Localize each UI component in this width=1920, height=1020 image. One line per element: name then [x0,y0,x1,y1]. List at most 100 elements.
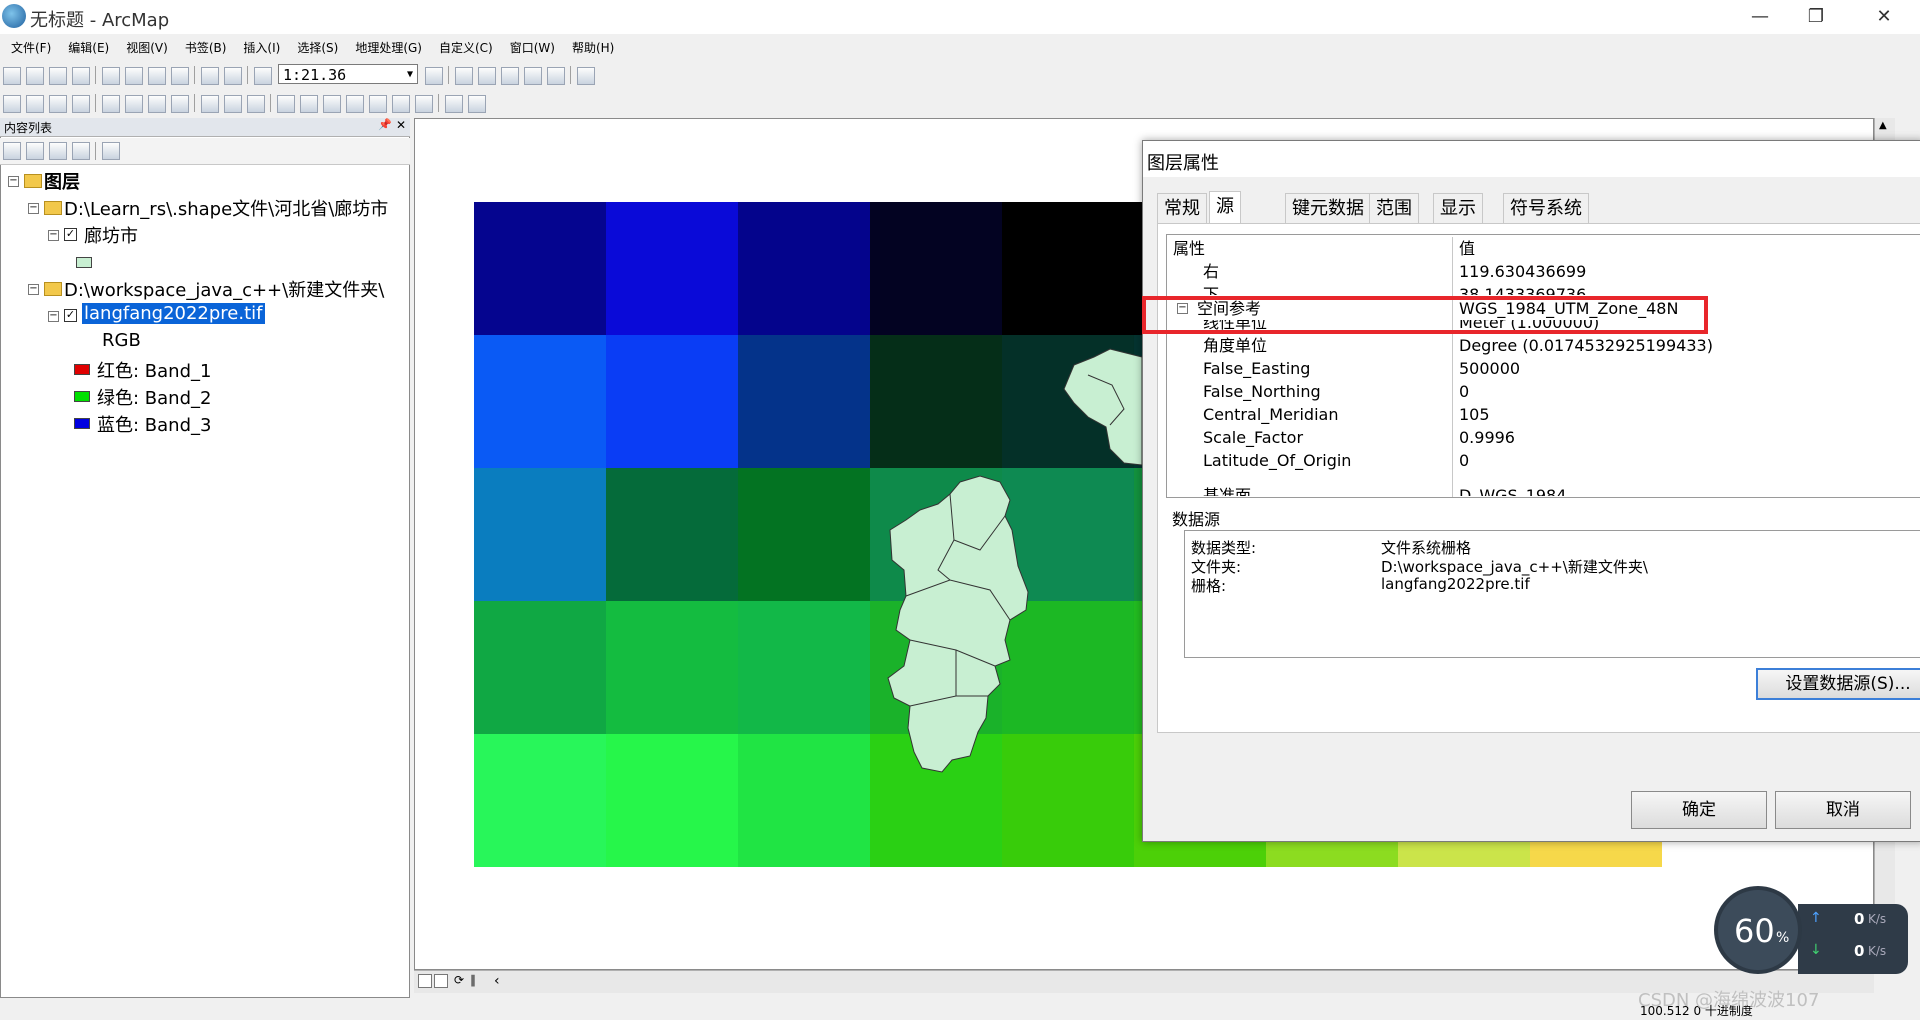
menu-window[interactable]: 窗口(W) [499,36,561,56]
fixed-zoom-in-icon[interactable] [102,95,120,113]
delete-icon[interactable] [171,67,189,85]
table-row[interactable]: 右 119.630436699 [1167,260,1920,283]
tab-source[interactable]: 源 [1209,191,1241,224]
toc-options-icon[interactable] [102,142,120,160]
model-builder-icon[interactable] [577,67,595,85]
table-row[interactable]: False_Northing 0 [1167,380,1920,403]
create-viewer-icon[interactable] [468,95,486,113]
menu-file[interactable]: 文件(F) [0,36,57,56]
red-band-swatch[interactable] [74,364,90,375]
html-popup-icon[interactable] [323,95,341,113]
table-row[interactable]: False_Easting 500000 [1167,357,1920,380]
collapse-icon[interactable]: − [48,311,59,322]
restore-button[interactable]: ❐ [1788,0,1844,34]
undo-icon[interactable] [201,67,219,85]
menu-insert[interactable]: 插入(I) [232,36,286,56]
chevron-up-icon[interactable]: ▲ [1879,120,1887,131]
menu-customize[interactable]: 自定义(C) [428,36,499,56]
list-by-source-icon[interactable] [26,142,44,160]
table-row[interactable]: Scale_Factor 0.9996 [1167,426,1920,449]
forward-extent-icon[interactable] [171,95,189,113]
layer-visibility-checkbox[interactable]: ✓ [64,228,77,241]
list-by-drawing-order-icon[interactable] [3,142,21,160]
zoom-out-icon[interactable] [26,95,44,113]
langfang-north-polygon[interactable] [1034,345,1144,475]
editor-toolbar-icon[interactable] [425,67,443,85]
list-by-selection-icon[interactable] [72,142,90,160]
menu-help[interactable]: 帮助(H) [561,36,620,56]
collapse-icon[interactable]: − [28,203,39,214]
open-icon[interactable] [26,67,44,85]
identify-icon[interactable] [277,95,295,113]
search-window-icon[interactable] [501,67,519,85]
clear-selection-icon[interactable] [224,95,242,113]
toc-window-icon[interactable] [455,67,473,85]
print-icon[interactable] [72,67,90,85]
python-window-icon[interactable] [547,67,565,85]
menu-bookmarks[interactable]: 书签(B) [174,36,233,56]
new-document-icon[interactable] [3,67,21,85]
langfang-boundary-polygon[interactable] [860,470,1090,780]
green-band-swatch[interactable] [74,391,90,402]
collapse-icon[interactable]: − [8,176,19,187]
property-table[interactable]: 属性 值 右 119.630436699 下 38.1433369736 − 空… [1166,234,1920,498]
cancel-button[interactable]: 取消 [1775,791,1911,829]
add-data-icon[interactable] [254,67,272,85]
chevron-left-icon[interactable]: ‹ [494,973,500,989]
collapse-icon[interactable]: − [48,230,59,241]
close-icon[interactable]: ✕ [396,118,406,132]
select-features-icon[interactable] [201,95,219,113]
table-row[interactable]: 下 38.1433369736 [1167,283,1920,295]
find-icon[interactable] [369,95,387,113]
set-data-source-button[interactable]: 设置数据源(S)... [1756,668,1920,700]
minimize-button[interactable]: — [1732,0,1788,34]
tab-key-metadata[interactable]: 键元数据 [1285,193,1371,224]
menu-selection[interactable]: 选择(S) [286,36,344,56]
table-row[interactable]: 基准面 D_WGS_1984 [1167,472,1920,496]
hyperlink-icon[interactable] [300,95,318,113]
list-by-visibility-icon[interactable] [49,142,67,160]
collapse-icon[interactable]: − [28,284,39,295]
back-extent-icon[interactable] [148,95,166,113]
toc-layer-raster-selected[interactable]: langfang2022pre.tif [82,303,265,324]
table-row[interactable]: 角度单位 Degree (0.0174532925199433) [1167,334,1920,357]
paste-icon[interactable] [148,67,166,85]
cut-icon[interactable] [102,67,120,85]
go-to-xy-icon[interactable] [415,95,433,113]
pin-icon[interactable]: 📌 [378,118,392,131]
close-button[interactable]: ✕ [1856,0,1912,34]
ok-button[interactable]: 确定 [1631,791,1767,829]
data-view-icon[interactable] [434,974,448,988]
table-row[interactable]: Central_Meridian 105 [1167,403,1920,426]
tab-general[interactable]: 常规 [1157,193,1207,224]
menu-view[interactable]: 视图(V) [115,36,174,56]
arctoolbox-icon[interactable] [524,67,542,85]
toc-layer-langfang[interactable]: 廊坊市 [84,222,138,248]
blue-band-swatch[interactable] [74,418,90,429]
fixed-zoom-out-icon[interactable] [125,95,143,113]
time-slider-icon[interactable] [445,95,463,113]
layout-view-icon[interactable] [418,974,432,988]
catalog-window-icon[interactable] [478,67,496,85]
refresh-icon[interactable]: ⟳ [454,973,464,987]
tab-display[interactable]: 显示 [1433,193,1483,224]
menu-geoprocessing[interactable]: 地理处理(G) [344,36,428,56]
usage-gauge[interactable]: 60 % [1714,886,1802,974]
pause-drawing-icon[interactable]: ∥ [470,973,476,987]
find-route-icon[interactable] [392,95,410,113]
polygon-symbol-swatch[interactable] [76,257,92,268]
select-elements-icon[interactable] [247,95,265,113]
copy-icon[interactable] [125,67,143,85]
layer-visibility-checkbox[interactable]: ✓ [64,309,77,322]
pan-icon[interactable] [49,95,67,113]
tab-extent[interactable]: 范围 [1369,193,1419,224]
tab-symbology[interactable]: 符号系统 [1503,193,1589,224]
menu-edit[interactable]: 编辑(E) [57,36,115,56]
measure-icon[interactable] [346,95,364,113]
zoom-in-icon[interactable] [3,95,21,113]
save-icon[interactable] [49,67,67,85]
redo-icon[interactable] [224,67,242,85]
full-extent-icon[interactable] [72,95,90,113]
table-row[interactable]: Latitude_Of_Origin 0 [1167,449,1920,472]
map-scale-combo[interactable]: 1:21.36 ▼ [278,64,418,84]
